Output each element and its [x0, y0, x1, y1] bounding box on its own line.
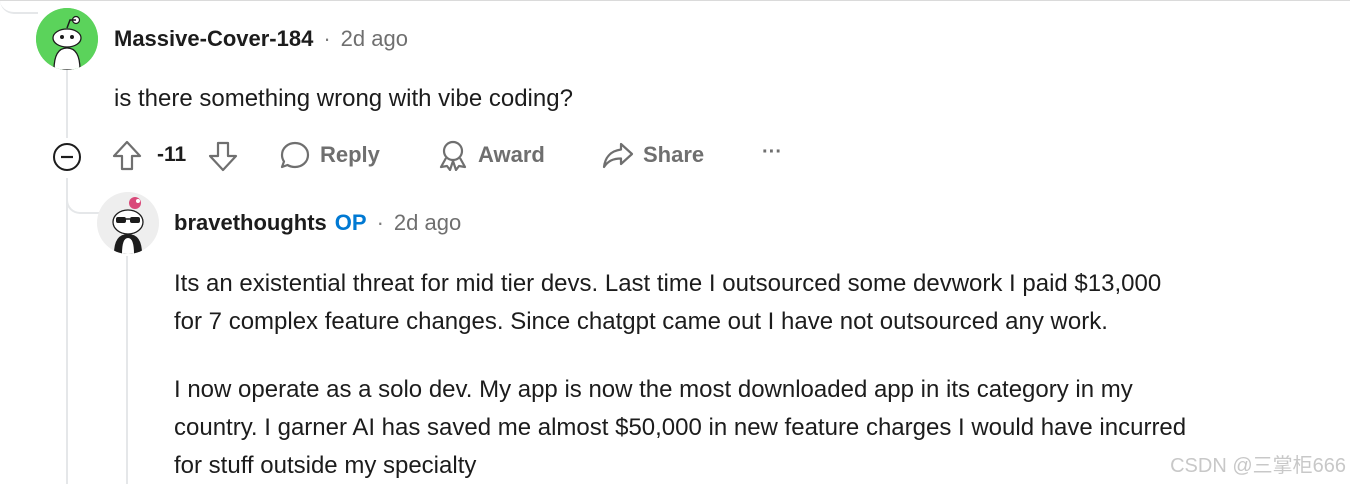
- more-options-icon: ···: [762, 141, 782, 163]
- collapse-button[interactable]: [51, 141, 83, 173]
- collapse-icon: [53, 143, 81, 171]
- reply-thread-line[interactable]: [126, 256, 128, 484]
- share-arrow-icon: [602, 142, 634, 169]
- meta-separator: ·: [323, 26, 331, 51]
- reply-paragraph-2: I now operate as a solo dev. My app is n…: [174, 371, 1186, 485]
- reply-thread-curve: [66, 178, 100, 214]
- reply-line: for 7 complex feature changes. Since cha…: [174, 308, 1108, 335]
- reply-meta: bravethoughts OP · 2d ago: [174, 208, 461, 238]
- comment-thread-line-lower[interactable]: [66, 178, 68, 484]
- share-button[interactable]: Share: [601, 139, 704, 171]
- snoo-avatar-icon: [36, 8, 98, 70]
- award-button[interactable]: Award: [437, 139, 545, 171]
- award-icon: [439, 140, 467, 171]
- downvote-button[interactable]: [207, 139, 239, 173]
- reply-timestamp[interactable]: 2d ago: [394, 210, 461, 236]
- comment-meta: Massive-Cover-184 · 2d ago: [114, 24, 408, 54]
- reply-line: country. I garner AI has saved me almost…: [174, 414, 1187, 441]
- upvote-arrow-icon: [112, 140, 142, 171]
- reply-paragraph-1: Its an existential threat for mid tier d…: [174, 265, 1161, 341]
- top-thread-curve: [0, 0, 38, 14]
- reply-bubble-icon: [280, 141, 310, 169]
- reply-username[interactable]: bravethoughts: [174, 210, 327, 236]
- more-options-button[interactable]: ···: [762, 141, 782, 164]
- reply-avatar[interactable]: [97, 192, 159, 254]
- comment-timestamp[interactable]: 2d ago: [341, 26, 408, 52]
- reply-line: Its an existential threat for mid tier d…: [174, 270, 1162, 297]
- share-label: Share: [643, 142, 705, 167]
- reply-label: Reply: [320, 142, 380, 167]
- panda-avatar-icon: [97, 192, 159, 254]
- vote-score: -11: [157, 143, 186, 167]
- upvote-button[interactable]: [111, 139, 143, 173]
- op-badge: OP: [334, 210, 367, 235]
- vote-score-value: -11: [157, 143, 187, 166]
- downvote-arrow-icon: [208, 141, 238, 172]
- comment-body: is there something wrong with vibe codin…: [114, 85, 573, 112]
- avatar[interactable]: [36, 8, 98, 70]
- meta-separator: ·: [376, 210, 384, 235]
- top-divider: [0, 0, 1350, 1]
- reply-line: I now operate as a solo dev. My app is n…: [174, 376, 1133, 403]
- watermark: CSDN @三掌柜666: [1170, 455, 1346, 477]
- award-label: Award: [478, 142, 545, 167]
- comment-thread-line[interactable]: [66, 70, 68, 138]
- comment-username[interactable]: Massive-Cover-184: [114, 26, 313, 52]
- reply-line: for stuff outside my specialty: [174, 452, 477, 479]
- reply-button[interactable]: Reply: [279, 139, 380, 171]
